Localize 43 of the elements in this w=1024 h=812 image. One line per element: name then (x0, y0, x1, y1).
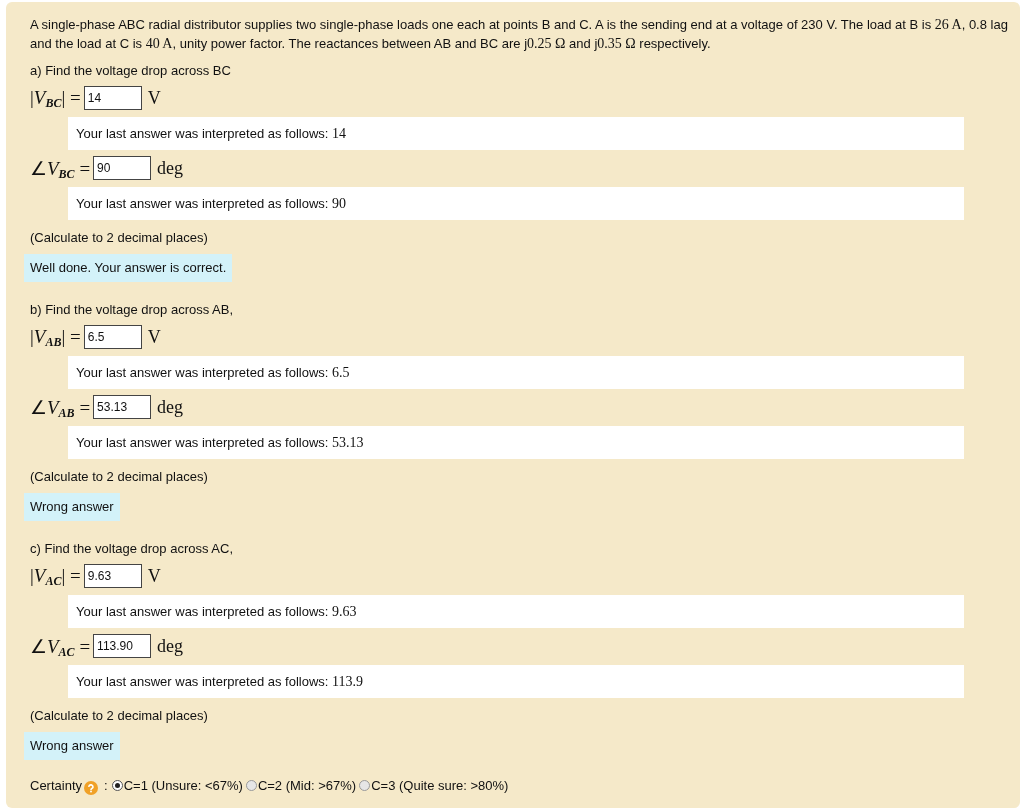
feedback-text: Your last answer was interpreted as follows: 14 (76, 125, 347, 142)
answer-field[interactable]: 53.13 (93, 395, 152, 419)
unit-label: deg (157, 635, 184, 657)
math-label: ∠V$_{AC}$ = (30, 634, 91, 658)
question-text: A single-phase ABC radial distributor supplies two single-phase loads one each at points B and C. A is the sending end at a voltage of 230 V. The load at B is 26 A, 0.8 lag and the load at C is 40 A, unity power factor. The reactances between AB and BC are j0.25 Ω and j0.35 Ω respectively. (29, 16, 1009, 53)
unit-label: V (147, 87, 161, 109)
precision-note: (Calculate to 2 decimal places) (29, 229, 208, 247)
math-label: ∠V$_{AB}$ = (30, 395, 91, 419)
math-label: |V$_{AC}$| = (30, 565, 81, 587)
radio-label[interactable]: C=3 (Quite sure: >80%) (371, 778, 509, 793)
precision-note: (Calculate to 2 decimal places) (29, 468, 208, 486)
precision-note: (Calculate to 2 decimal places) (29, 707, 208, 725)
feedback-text: Your last answer was interpreted as follows: 113.9 (76, 673, 364, 690)
feedback-text: Your last answer was interpreted as follows: 6.5 (76, 364, 350, 381)
radio-label[interactable]: C=2 (Mid: >67%) (257, 778, 357, 793)
answer-field[interactable]: 9.63 (83, 564, 142, 588)
feedback-text: Your last answer was interpreted as follows: 9.63 (76, 603, 357, 620)
radio-button[interactable] (359, 780, 371, 791)
result-message: Wrong answer (24, 493, 120, 521)
certainty-label: Certainty (30, 778, 83, 793)
answer-field[interactable]: 14 (83, 86, 142, 110)
feedback-text: Your last answer was interpreted as follows: 90 (76, 195, 347, 212)
answer-field[interactable]: 6.5 (83, 325, 142, 349)
math-label: ∠V$_{BC}$ = (30, 156, 91, 180)
result-message: Wrong answer (24, 732, 120, 760)
answer-field[interactable]: 113.90 (93, 634, 152, 658)
part-prompt: a) Find the voltage drop across BC (29, 62, 231, 80)
part-prompt: c) Find the voltage drop across AC, (29, 540, 234, 558)
unit-label: V (147, 565, 161, 587)
unit-label: deg (157, 157, 184, 179)
radio-label[interactable]: C=1 (Unsure: <67%) (123, 778, 243, 793)
math-label: |V$_{BC}$| = (30, 87, 81, 109)
math-label: |V$_{AB}$| = (30, 326, 81, 348)
result-message: Well done. Your answer is correct. (24, 254, 233, 282)
feedback-text: Your last answer was interpreted as follows: 53.13 (76, 434, 364, 451)
part-prompt: b) Find the voltage drop across AB, (29, 301, 234, 319)
radio-button[interactable] (245, 780, 257, 791)
help-icon[interactable] (84, 780, 99, 795)
separator-text: : (104, 778, 108, 793)
unit-label: deg (157, 396, 184, 418)
answer-field[interactable]: 90 (93, 156, 152, 180)
unit-label: V (147, 326, 161, 348)
radio-button[interactable] (111, 780, 123, 791)
